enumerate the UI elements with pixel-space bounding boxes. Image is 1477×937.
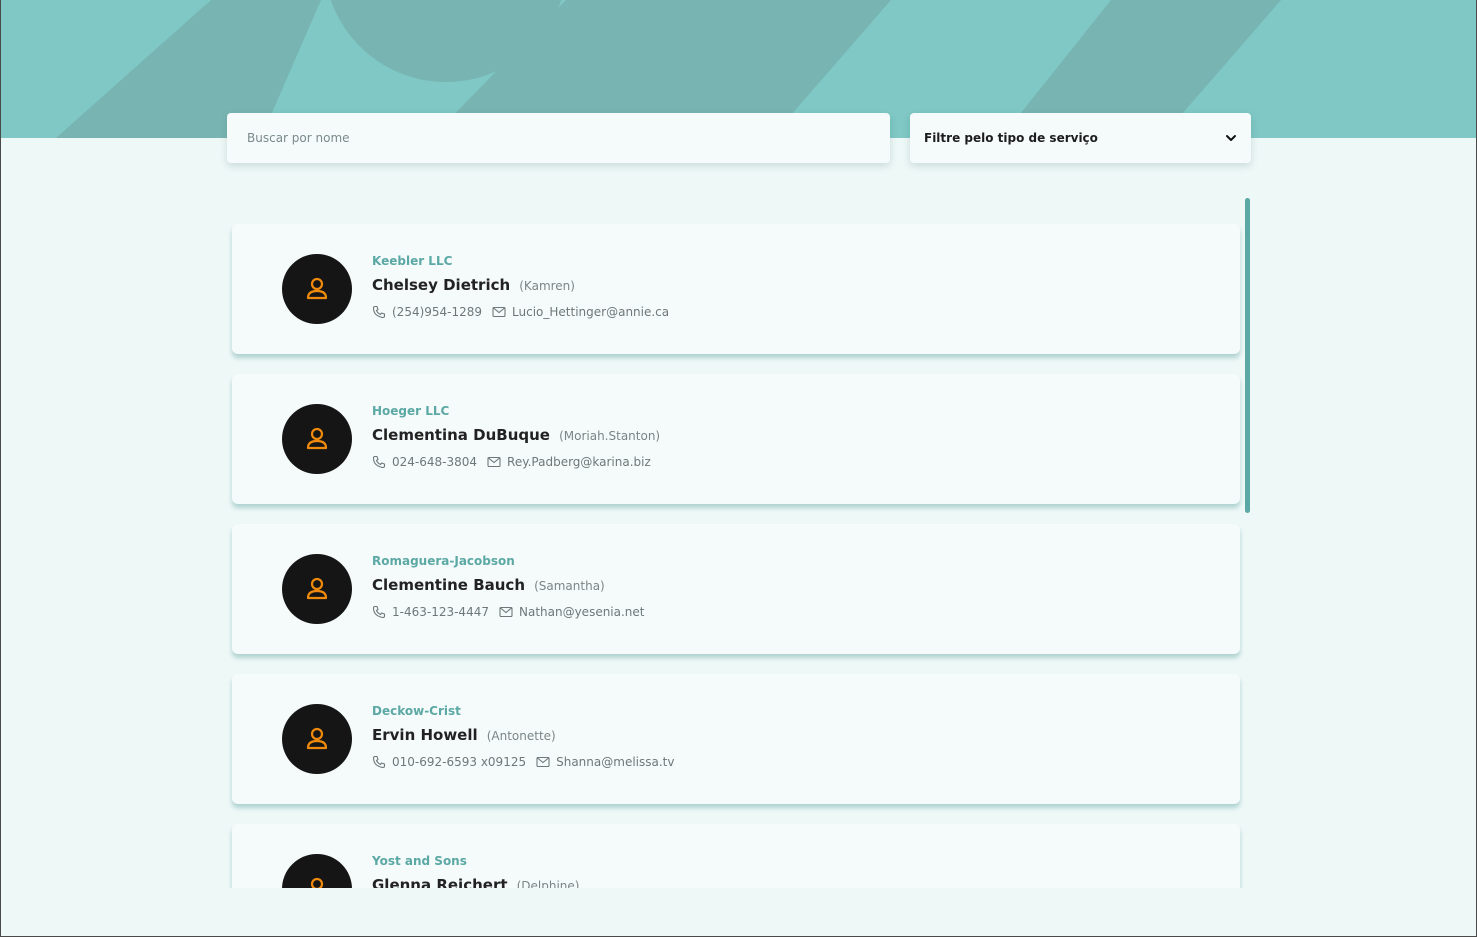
list-viewport-bottom	[1, 888, 1476, 936]
mail-icon	[499, 606, 513, 618]
user-icon	[306, 427, 328, 450]
company-name: Deckow-Crist	[372, 704, 461, 718]
contact-card[interactable]: Romaguera-Jacobson Clementine Bauch (Sam…	[232, 524, 1240, 654]
company-name: Yost and Sons	[372, 854, 467, 868]
mail-icon	[487, 456, 501, 468]
contact-name: Clementine Bauch	[372, 576, 525, 594]
contact-card[interactable]: Keebler LLC Chelsey Dietrich (Kamren) (2…	[232, 224, 1240, 354]
service-type-select[interactable]: Filtre pelo tipo de serviço	[910, 113, 1251, 163]
company-name: Hoeger LLC	[372, 404, 450, 418]
contact-card[interactable]: Hoeger LLC Clementina DuBuque (Moriah.St…	[232, 374, 1240, 504]
contact-email: Nathan@yesenia.net	[518, 605, 645, 619]
search-input[interactable]	[227, 113, 890, 163]
company-name: Keebler LLC	[372, 254, 453, 268]
contact-name: Chelsey Dietrich	[372, 276, 511, 294]
user-icon	[306, 577, 328, 600]
contact-phone: 024-648-3804	[392, 455, 478, 469]
contact-name: Clementina DuBuque	[372, 426, 550, 444]
contact-list: Keebler LLC Chelsey Dietrich (Kamren) (2…	[232, 224, 1240, 936]
mail-icon	[536, 756, 550, 768]
phone-icon	[372, 605, 386, 619]
contact-username: (Antonette)	[486, 729, 556, 743]
chevron-down-icon	[1226, 135, 1236, 141]
phone-icon	[372, 755, 386, 769]
scrollbar-thumb[interactable]	[1245, 198, 1250, 513]
user-icon	[306, 277, 328, 300]
contact-phone: 010-692-6593 x09125	[392, 755, 527, 769]
avatar	[282, 254, 352, 324]
contact-email: Lucio_Hettinger@annie.ca	[512, 305, 670, 319]
phone-icon	[372, 455, 386, 469]
user-icon	[306, 727, 328, 750]
avatar	[282, 404, 352, 474]
contact-email: Shanna@melissa.tv	[556, 755, 675, 769]
contact-username: (Moriah.Stanton)	[559, 429, 661, 443]
contact-phone: (254)954-1289	[392, 305, 483, 319]
contact-name: Ervin Howell	[372, 726, 478, 744]
contact-phone: 1-463-123-4447	[392, 605, 489, 619]
company-name: Romaguera-Jacobson	[372, 554, 515, 568]
page: Filtre pelo tipo de serviço Keebler LLC …	[0, 0, 1477, 937]
contact-email: Rey.Padberg@karina.biz	[507, 455, 651, 469]
service-type-select-label: Filtre pelo tipo de serviço	[924, 131, 1098, 145]
contact-card[interactable]: Deckow-Crist Ervin Howell (Antonette) 01…	[232, 674, 1240, 804]
contact-username: (Kamren)	[519, 279, 575, 293]
mail-icon	[492, 306, 506, 318]
phone-icon	[372, 305, 386, 319]
avatar	[282, 704, 352, 774]
contact-username: (Samantha)	[534, 579, 605, 593]
avatar	[282, 554, 352, 624]
